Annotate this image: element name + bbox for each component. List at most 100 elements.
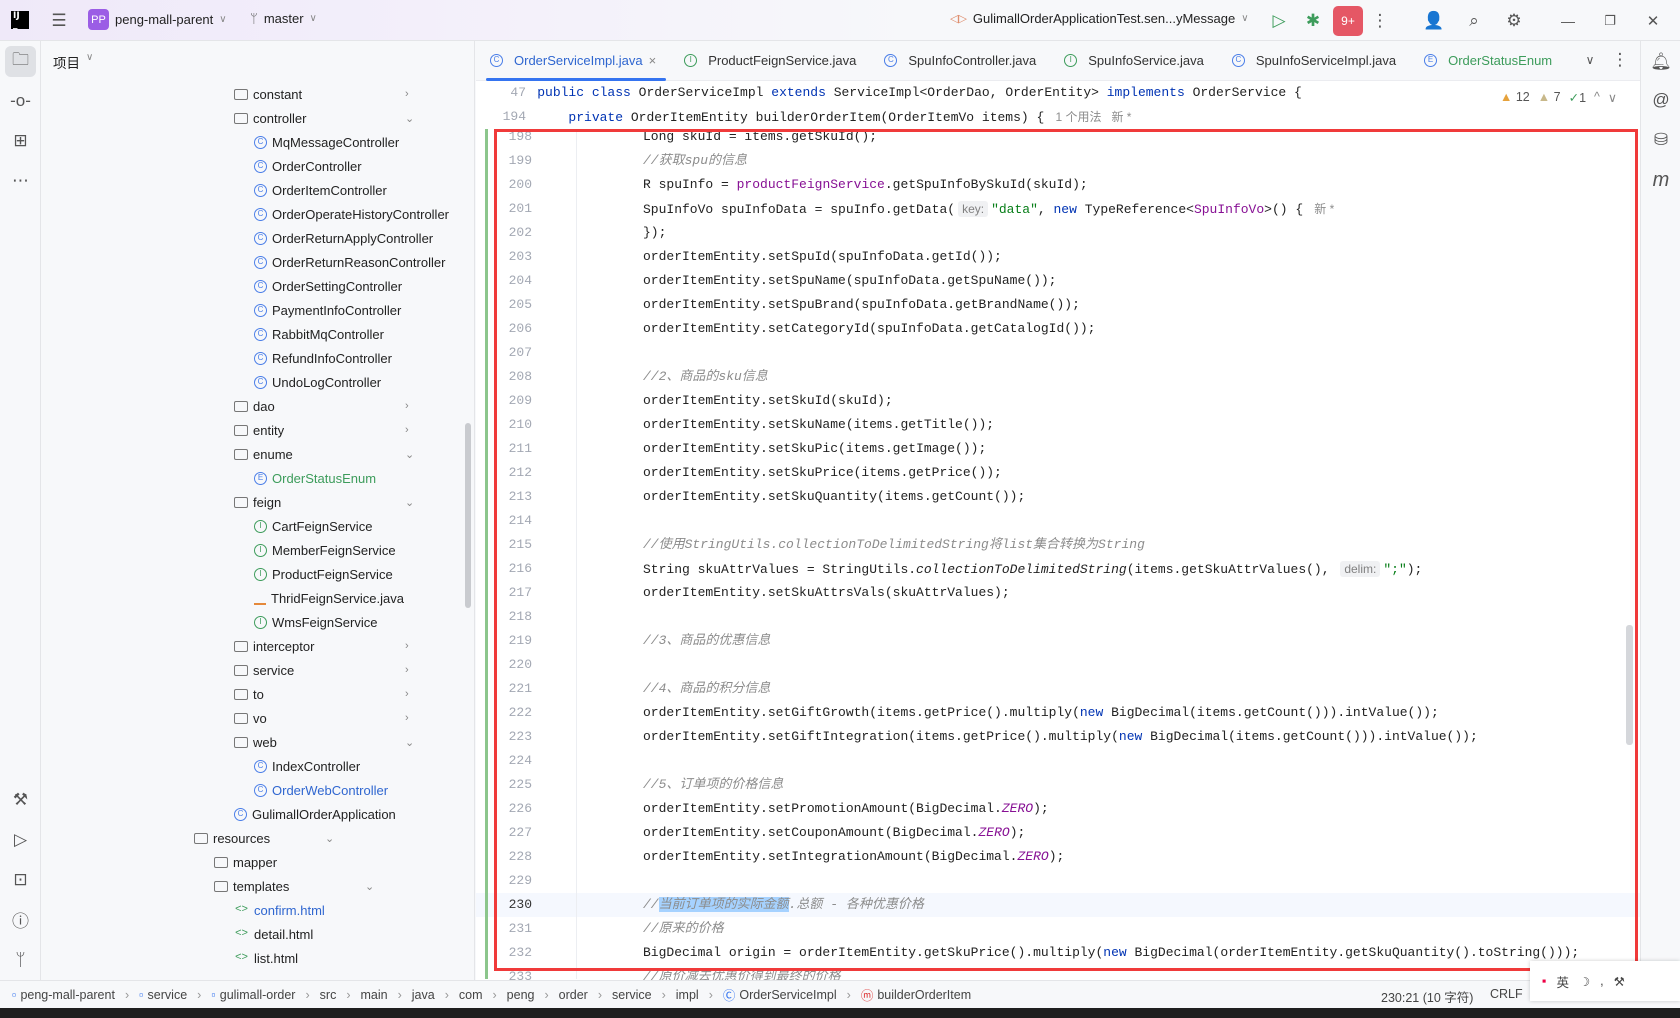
chevron-down-icon[interactable]: ⌄ <box>365 880 374 893</box>
tree-item[interactable]: ⌄ controller <box>234 106 414 130</box>
ime-toolbar[interactable]: ▪ 英 ☽ , ⚒ <box>1530 961 1680 1001</box>
update-button[interactable]: 9+ <box>1333 6 1363 36</box>
tree-item[interactable]: C OrderReturnReasonController <box>254 250 445 274</box>
breadcrumb-item[interactable]: ▫ peng-mall-parent <box>12 988 115 1002</box>
tree-item[interactable]: <> detail.html <box>234 922 313 946</box>
terminal-icon[interactable]: ⊡ <box>5 864 36 895</box>
add-user-icon[interactable]: 👤 <box>1422 9 1446 33</box>
breadcrumb-item[interactable]: service <box>612 988 652 1002</box>
chevron-right-icon[interactable]: › <box>405 424 409 436</box>
restore-icon[interactable]: ❐ <box>1598 9 1622 33</box>
tree-item[interactable]: ⌄ feign <box>234 490 414 514</box>
tree-item[interactable]: C RabbitMqController <box>254 322 384 346</box>
chevron-right-icon[interactable]: › <box>405 712 409 724</box>
tree-item[interactable]: ⌄ templates <box>214 874 374 898</box>
commit-icon[interactable]: -o- <box>5 85 36 116</box>
ai-assistant-spiral-icon[interactable]: @ <box>1646 85 1676 115</box>
breadcrumb-item[interactable]: Ⓒ OrderServiceImpl <box>723 985 837 1004</box>
close-window-icon[interactable]: ✕ <box>1641 9 1665 33</box>
tab-spuinfoservice-java[interactable]: I SpuInfoService.java <box>1050 41 1218 81</box>
structure-icon[interactable]: ⊞ <box>5 125 36 156</box>
breadcrumb-item[interactable]: src <box>320 988 337 1002</box>
tree-item[interactable]: › vo <box>234 706 409 730</box>
tree-item[interactable]: ⌄ enume <box>234 442 414 466</box>
tree-item[interactable]: I CartFeignService <box>254 514 372 538</box>
chevron-down-icon[interactable]: ⌄ <box>405 112 414 125</box>
next-highlight-icon[interactable]: ∨ <box>1608 90 1617 105</box>
warnings-count[interactable]: ▲ 12 <box>1500 90 1530 105</box>
tree-item[interactable]: C OrderWebController <box>254 778 388 802</box>
branch-selector[interactable]: ᛘ master ∨ <box>250 11 317 26</box>
run-config-selector[interactable]: ◁▷ GulimallOrderApplicationTest.sen...yM… <box>950 11 1249 26</box>
tree-item[interactable]: › interceptor <box>234 634 409 658</box>
chevron-right-icon[interactable]: › <box>405 400 409 412</box>
tree-item[interactable]: C GulimallOrderApplication <box>234 802 396 826</box>
breadcrumb-item[interactable]: main <box>361 988 388 1002</box>
line-ending[interactable]: CRLF <box>1490 987 1523 1001</box>
chevron-down-icon[interactable]: ⌄ <box>405 736 414 749</box>
maven-icon[interactable]: m <box>1646 165 1676 195</box>
tree-item[interactable]: C OrderReturnApplyController <box>254 226 433 250</box>
project-panel-header[interactable]: 项目 ∨ <box>53 52 93 72</box>
chevron-down-icon[interactable]: ⌄ <box>325 832 334 845</box>
more-tools-icon[interactable]: ⋯ <box>5 165 36 196</box>
breadcrumb-item[interactable]: ▫ service <box>139 988 187 1002</box>
tree-item[interactable]: C UndoLogController <box>254 370 381 394</box>
tab-spuinfocontroller-java[interactable]: C SpuInfoController.java <box>870 41 1050 81</box>
tree-item[interactable]: I WmsFeignService <box>254 610 377 634</box>
breadcrumb-item[interactable]: ▫ gulimall-order <box>211 988 295 1002</box>
project-scrollbar[interactable] <box>465 423 471 608</box>
tree-item[interactable]: I MemberFeignService <box>254 538 396 562</box>
previous-highlight-icon[interactable]: ^ <box>1594 90 1600 105</box>
tree-item[interactable]: C OrderItemController <box>254 178 387 202</box>
chevron-down-icon[interactable]: ⌄ <box>405 496 414 509</box>
breadcrumb-item[interactable]: impl <box>676 988 699 1002</box>
tree-item[interactable]: › constant <box>234 82 409 106</box>
chevron-down-icon[interactable]: ⌄ <box>405 448 414 461</box>
debug-icon[interactable]: ✱ <box>1301 9 1325 33</box>
project-selector[interactable]: PP peng-mall-parent ∨ <box>88 9 227 30</box>
tree-item[interactable]: <> confirm.html <box>234 898 325 922</box>
tree-item[interactable]: C OrderSettingController <box>254 274 402 298</box>
breadcrumb-item[interactable]: peng <box>507 988 535 1002</box>
tree-item[interactable]: C IndexController <box>254 754 360 778</box>
build-icon[interactable]: ⚒ <box>5 784 36 815</box>
breadcrumb-item[interactable]: ⓜ builderOrderItem <box>861 985 971 1004</box>
chevron-right-icon[interactable]: › <box>405 688 409 700</box>
tree-item[interactable]: › entity <box>234 418 409 442</box>
tree-item[interactable]: C RefundInfoController <box>254 346 392 370</box>
problems-icon[interactable]: ⓘ <box>5 904 36 935</box>
run-icon[interactable]: ▷ <box>1267 9 1291 33</box>
tree-item[interactable]: ⌄ web <box>234 730 414 754</box>
ok-count[interactable]: ✓1 <box>1569 90 1586 105</box>
tabs-dropdown-icon[interactable]: ∨ <box>1580 50 1600 70</box>
tree-item[interactable]: › dao <box>234 394 409 418</box>
more-actions-icon[interactable]: ⋮ <box>1372 9 1389 33</box>
tree-item[interactable]: C MqMessageController <box>254 130 399 154</box>
tree-item[interactable]: › service <box>234 658 409 682</box>
ime-mode[interactable]: 英 <box>1556 972 1569 991</box>
main-menu-icon[interactable]: ☰ <box>48 10 70 32</box>
project-tool-folder-icon[interactable]: 🗀 <box>5 46 36 77</box>
chevron-right-icon[interactable]: › <box>405 664 409 676</box>
close-tab-icon[interactable]: × <box>649 53 657 68</box>
notifications-bell-icon[interactable]: 🔔︎ <box>1646 47 1676 77</box>
tree-item[interactable]: ⌄ resources <box>194 826 334 850</box>
breadcrumb-item[interactable]: java <box>412 988 435 1002</box>
chevron-right-icon[interactable]: › <box>405 640 409 652</box>
tree-item[interactable]: I ProductFeignService <box>254 562 393 586</box>
tab-orderserviceimpl-java[interactable]: C OrderServiceImpl.java × <box>476 41 670 81</box>
breadcrumb-item[interactable]: com <box>459 988 483 1002</box>
minimize-icon[interactable]: — <box>1556 9 1580 33</box>
tree-item[interactable]: E OrderStatusEnum <box>254 466 376 490</box>
caret-position[interactable]: 230:21 (10 字符) <box>1381 987 1473 1006</box>
tree-item[interactable]: › to <box>234 682 409 706</box>
breadcrumb-item[interactable]: order <box>559 988 588 1002</box>
services-icon[interactable]: ▷ <box>5 824 36 855</box>
tree-item[interactable]: <> list.html <box>234 946 298 970</box>
git-icon[interactable]: ᛘ <box>5 944 36 975</box>
chevron-right-icon[interactable]: › <box>405 88 409 100</box>
search-icon[interactable]: ⌕ <box>1462 9 1486 33</box>
tree-item[interactable]: mapper <box>214 850 277 874</box>
tree-item[interactable]: C PaymentInfoController <box>254 298 401 322</box>
